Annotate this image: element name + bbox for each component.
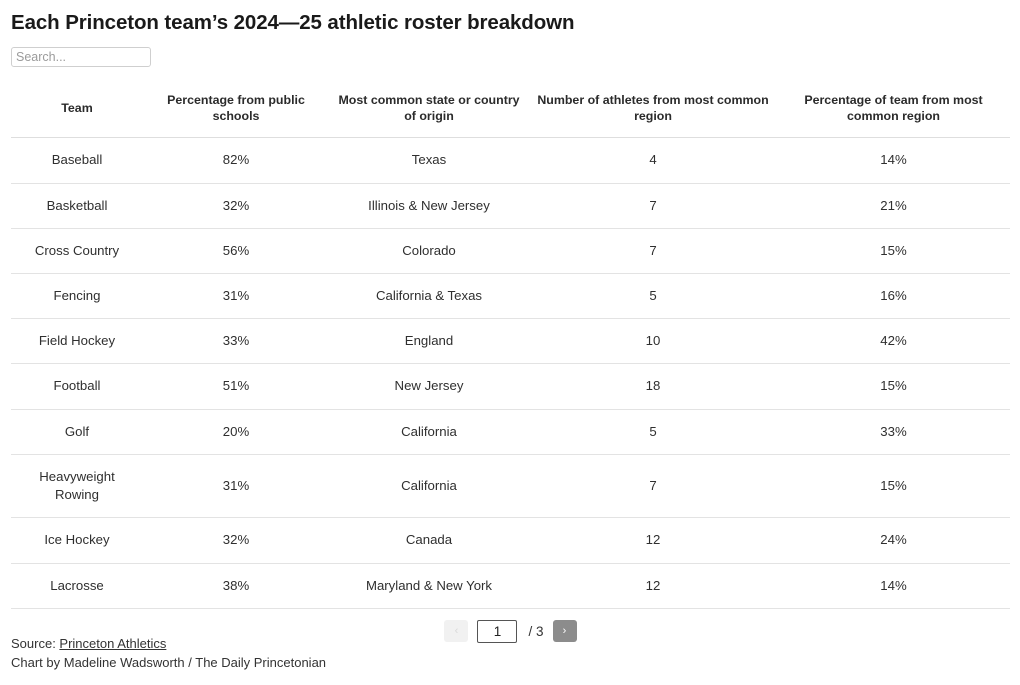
previous-page-button[interactable]: ‹ [444,620,469,643]
table-header: Team Percentage from public schools Most… [11,82,1010,139]
cell-public-pct: 51% [143,363,329,410]
table-row: Fencing 31% California & Texas 5 16% [11,273,1010,320]
cell-team-pct: 15% [777,228,1010,275]
cell-team-pct: 16% [777,273,1010,320]
table-container: Team Percentage from public schools Most… [11,82,1010,643]
cell-athletes: 7 [529,183,777,229]
search-container [0,36,1020,67]
column-header-team[interactable]: Team [11,82,143,139]
cell-athletes: 18 [529,363,777,410]
cell-public-pct: 20% [143,409,329,455]
page-title: Each Princeton team’s 2024—25 athletic r… [11,11,575,34]
table-row: Football 51% New Jersey 18 15% [11,363,1010,410]
cell-team-pct: 15% [777,363,1010,410]
table-row: Heavyweight Rowing 31% California 7 15% [11,454,1010,519]
cell-common-origin: California & Texas [329,273,529,320]
table-row: Cross Country 56% Colorado 7 15% [11,228,1010,275]
cell-team: Cross Country [11,228,143,275]
cell-team-pct: 21% [777,183,1010,229]
table-body: Baseball 82% Texas 4 14% Basketball 32% … [11,137,1010,609]
cell-team-pct: 33% [777,409,1010,455]
credit-line: Chart by Madeline Wadsworth / The Daily … [11,654,327,670]
cell-athletes: 10 [529,318,777,365]
column-header-common-origin[interactable]: Most common state or country of origin [329,82,529,139]
cell-athletes: 7 [529,454,777,519]
page-number-input[interactable] [477,619,518,643]
cell-team: Golf [11,409,143,455]
cell-team: Ice Hockey [11,517,143,564]
footer: Source: Princeton Athletics Chart by Mad… [11,634,326,672]
cell-team: Lacrosse [11,563,143,609]
cell-common-origin: Canada [329,517,529,564]
cell-team: Fencing [11,273,143,320]
cell-athletes: 7 [529,228,777,275]
cell-public-pct: 82% [143,137,329,184]
cell-team: Heavyweight Rowing [11,454,143,519]
cell-team-pct: 42% [777,318,1010,365]
cell-team: Field Hockey [11,318,143,365]
cell-public-pct: 56% [143,228,329,275]
next-page-button[interactable]: › [552,620,577,643]
table-row: Golf 20% California 5 33% [11,409,1010,455]
cell-common-origin: California [329,454,529,519]
cell-public-pct: 31% [143,454,329,519]
cell-team: Football [11,363,143,410]
cell-team-pct: 15% [777,454,1010,519]
cell-team-pct: 24% [777,517,1010,564]
table-header-row: Team Percentage from public schools Most… [11,82,1010,139]
cell-athletes: 5 [529,409,777,455]
cell-team-pct: 14% [777,563,1010,609]
cell-common-origin: England [329,318,529,365]
cell-common-origin: Texas [329,137,529,184]
cell-team: Basketball [11,183,143,229]
cell-public-pct: 31% [143,273,329,320]
cell-team: Baseball [11,137,143,184]
column-header-public-schools[interactable]: Percentage from public schools [143,82,329,139]
source-prefix: Source: [11,635,60,651]
source-link[interactable]: Princeton Athletics [59,636,166,651]
table-row: Basketball 32% Illinois & New Jersey 7 2… [11,183,1010,229]
total-pages-label: / 3 [528,623,544,639]
table-row: Baseball 82% Texas 4 14% [11,137,1010,184]
source-line: Source: Princeton Athletics [11,634,326,653]
cell-common-origin: Maryland & New York [329,563,529,609]
cell-common-origin: California [329,409,529,455]
column-header-team-percentage[interactable]: Percentage of team from most common regi… [777,82,1010,139]
cell-athletes: 12 [529,563,777,609]
table-row: Ice Hockey 32% Canada 12 24% [11,517,1010,564]
cell-public-pct: 32% [143,183,329,229]
chart-page: Each Princeton team’s 2024—25 athletic r… [0,0,1020,685]
table-row: Field Hockey 33% England 10 42% [11,318,1010,365]
cell-public-pct: 33% [143,318,329,365]
cell-team-pct: 14% [777,137,1010,184]
cell-athletes: 12 [529,517,777,564]
cell-public-pct: 38% [143,563,329,609]
cell-athletes: 5 [529,273,777,320]
cell-public-pct: 32% [143,517,329,564]
cell-common-origin: Colorado [329,228,529,275]
cell-athletes: 4 [529,137,777,184]
cell-common-origin: Illinois & New Jersey [329,183,529,229]
cell-common-origin: New Jersey [329,363,529,410]
table-row: Lacrosse 38% Maryland & New York 12 14% [11,563,1010,609]
column-header-athlete-count[interactable]: Number of athletes from most common regi… [529,82,777,139]
search-input[interactable] [11,46,151,67]
roster-table: Team Percentage from public schools Most… [11,82,1010,609]
